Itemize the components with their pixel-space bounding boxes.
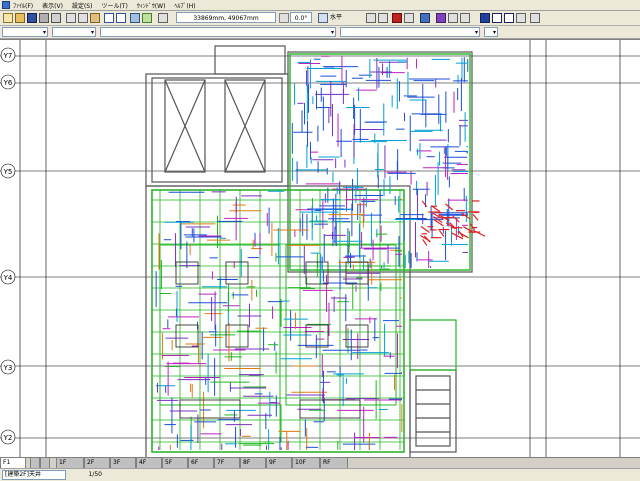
- menu-view[interactable]: 表示(V): [42, 1, 63, 10]
- pan-icon[interactable]: [142, 13, 152, 23]
- menu-settings[interactable]: 設定(S): [72, 1, 93, 10]
- duct-outline: [409, 319, 457, 371]
- bs-icon[interactable]: [504, 13, 514, 23]
- menu-file[interactable]: ﾌｧｲﾙ(F): [13, 1, 33, 10]
- pipe-segment: [420, 226, 430, 234]
- chevron-down-icon: ▾: [90, 29, 94, 36]
- zoom-icon[interactable]: [130, 13, 140, 23]
- cut-icon[interactable]: [66, 13, 76, 23]
- pipe-segment: [472, 213, 479, 221]
- undo-icon[interactable]: [104, 13, 114, 23]
- layer-status: [建築2F]天井: [2, 470, 66, 480]
- chevron-down-icon: ▾: [492, 29, 496, 36]
- print-preview-icon[interactable]: [51, 13, 61, 23]
- refresh-icon[interactable]: [516, 13, 526, 23]
- layer-dropdown[interactable]: ▾: [340, 27, 480, 37]
- redraw-icon[interactable]: [480, 13, 490, 23]
- help-icon[interactable]: [530, 13, 540, 23]
- cad-drawing[interactable]: Y7 Y6 Y5 Y4 Y3 Y2: [0, 40, 640, 458]
- pipe-segment: [421, 200, 428, 208]
- menu-window[interactable]: ｳｨﾝﾄﾞｳ(W): [137, 1, 166, 10]
- menu-bar: ﾌｧｲﾙ(F) 表示(V) 設定(S) ツール(T) ｳｨﾝﾄﾞｳ(W) ﾍﾙﾌ…: [0, 0, 640, 11]
- grid-label-y4: Y4: [3, 274, 13, 282]
- layer-icon[interactable]: [392, 13, 402, 23]
- snap-icon[interactable]: [366, 13, 376, 23]
- equipment-dropdown[interactable]: ▾: [100, 27, 336, 37]
- menu-tools[interactable]: ツール(T): [101, 1, 127, 10]
- grid-bubbles: [0, 47, 16, 445]
- angle-icon: [279, 13, 289, 23]
- scale-status: 1/50: [88, 471, 102, 478]
- grid-snap-icon[interactable]: [378, 13, 388, 23]
- redo-icon[interactable]: [116, 13, 126, 23]
- coordinate-icon: [158, 13, 168, 23]
- grid-label-y2: Y2: [3, 434, 13, 442]
- duct-outline: [345, 324, 369, 348]
- grid-label-y5: Y5: [3, 168, 13, 176]
- view-3d-icon[interactable]: [420, 13, 430, 23]
- chevron-down-icon: ▾: [474, 29, 478, 36]
- coordinate-display: 33869mm, 49067mm: [176, 12, 276, 23]
- status-bar: [建築2F]天井 1/50: [0, 468, 640, 481]
- app-icon[interactable]: [2, 1, 10, 9]
- grid-label-y3: Y3: [3, 364, 13, 372]
- main-toolbar: 33869mm, 49067mm 0.0° 水平: [0, 11, 640, 26]
- pipe-segment: [422, 239, 428, 246]
- new-file-icon[interactable]: [3, 13, 13, 23]
- plane-label: 水平: [330, 14, 343, 21]
- render-icon[interactable]: [436, 13, 446, 23]
- grid-label-y7: Y7: [3, 52, 13, 60]
- print-icon[interactable]: [39, 13, 49, 23]
- duct-outline: [285, 244, 397, 406]
- delete-icon[interactable]: [492, 13, 502, 23]
- copy-icon[interactable]: [78, 13, 88, 23]
- system-dropdown[interactable]: ▾: [52, 27, 96, 37]
- property-toolbar: ▾ ▾ ▾ ▾ ▾: [0, 26, 640, 39]
- chevron-down-icon: ▾: [330, 29, 334, 36]
- paste-icon[interactable]: [90, 13, 100, 23]
- duct-outline: [225, 261, 249, 285]
- option-dropdown[interactable]: ▾: [484, 27, 498, 37]
- pipe-segment: [472, 229, 486, 237]
- section-icon[interactable]: [460, 13, 470, 23]
- layer-list-icon[interactable]: [404, 13, 414, 23]
- grid-label-y6: Y6: [3, 79, 13, 87]
- chevron-down-icon: ▾: [42, 29, 46, 36]
- plane-icon[interactable]: [318, 13, 328, 23]
- mep-network: [151, 53, 486, 453]
- angle-input[interactable]: 0.0°: [290, 12, 312, 23]
- duct-outline: [305, 324, 329, 348]
- menu-help[interactable]: ﾍﾙﾌﾟ(H): [174, 1, 195, 10]
- open-folder-icon[interactable]: [15, 13, 25, 23]
- save-icon[interactable]: [27, 13, 37, 23]
- measure-icon[interactable]: [448, 13, 458, 23]
- floor-dropdown[interactable]: ▾: [2, 27, 48, 37]
- drawing-canvas[interactable]: Y7 Y6 Y5 Y4 Y3 Y2: [0, 39, 640, 458]
